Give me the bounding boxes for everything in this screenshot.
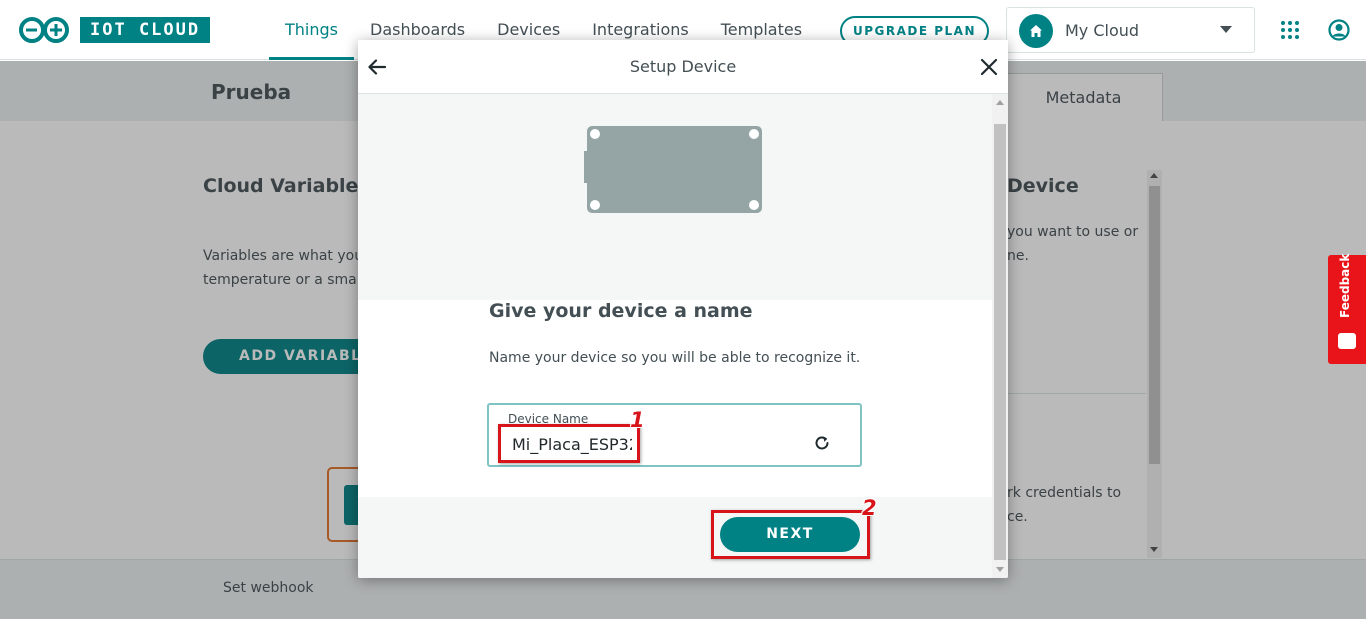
feedback-face-icon	[1338, 333, 1356, 349]
chevron-down-icon	[1220, 26, 1232, 33]
modal-header: Setup Device	[358, 40, 1008, 94]
scroll-up-arrow-icon[interactable]	[996, 100, 1004, 105]
cloud-name: My Cloud	[1065, 21, 1140, 40]
logo-text: IOT CLOUD	[80, 17, 211, 43]
device-illustration-panel	[358, 94, 992, 300]
cloud-selector[interactable]: My Cloud	[1006, 7, 1255, 53]
modal-footer	[358, 497, 992, 578]
infinity-logo-icon	[19, 17, 69, 43]
user-account-icon[interactable]	[1328, 19, 1350, 41]
annotation-number-2: 2	[862, 496, 877, 520]
close-icon[interactable]	[978, 56, 1000, 78]
modal-title: Setup Device	[629, 57, 737, 76]
annotation-box-2	[711, 510, 870, 559]
refresh-icon[interactable]	[813, 434, 831, 452]
setup-device-modal: Setup Device Give your device a name Nam…	[358, 40, 1008, 578]
board-illustration-icon	[584, 126, 762, 213]
feedback-label: Feedback	[1338, 253, 1352, 318]
arduino-logo[interactable]: IOT CLOUD	[18, 16, 211, 44]
modal-description: Name your device so you will be able to …	[489, 350, 861, 366]
scroll-down-arrow-icon[interactable]	[996, 567, 1004, 572]
apps-grid-icon[interactable]	[1281, 21, 1299, 39]
modal-heading: Give your device a name	[489, 300, 753, 322]
annotation-box-1	[498, 424, 640, 463]
home-icon	[1019, 14, 1053, 48]
annotation-number-1: 1	[630, 408, 645, 432]
modal-scrollbar-thumb[interactable]	[994, 124, 1006, 560]
tab-things[interactable]: Things	[269, 0, 354, 60]
